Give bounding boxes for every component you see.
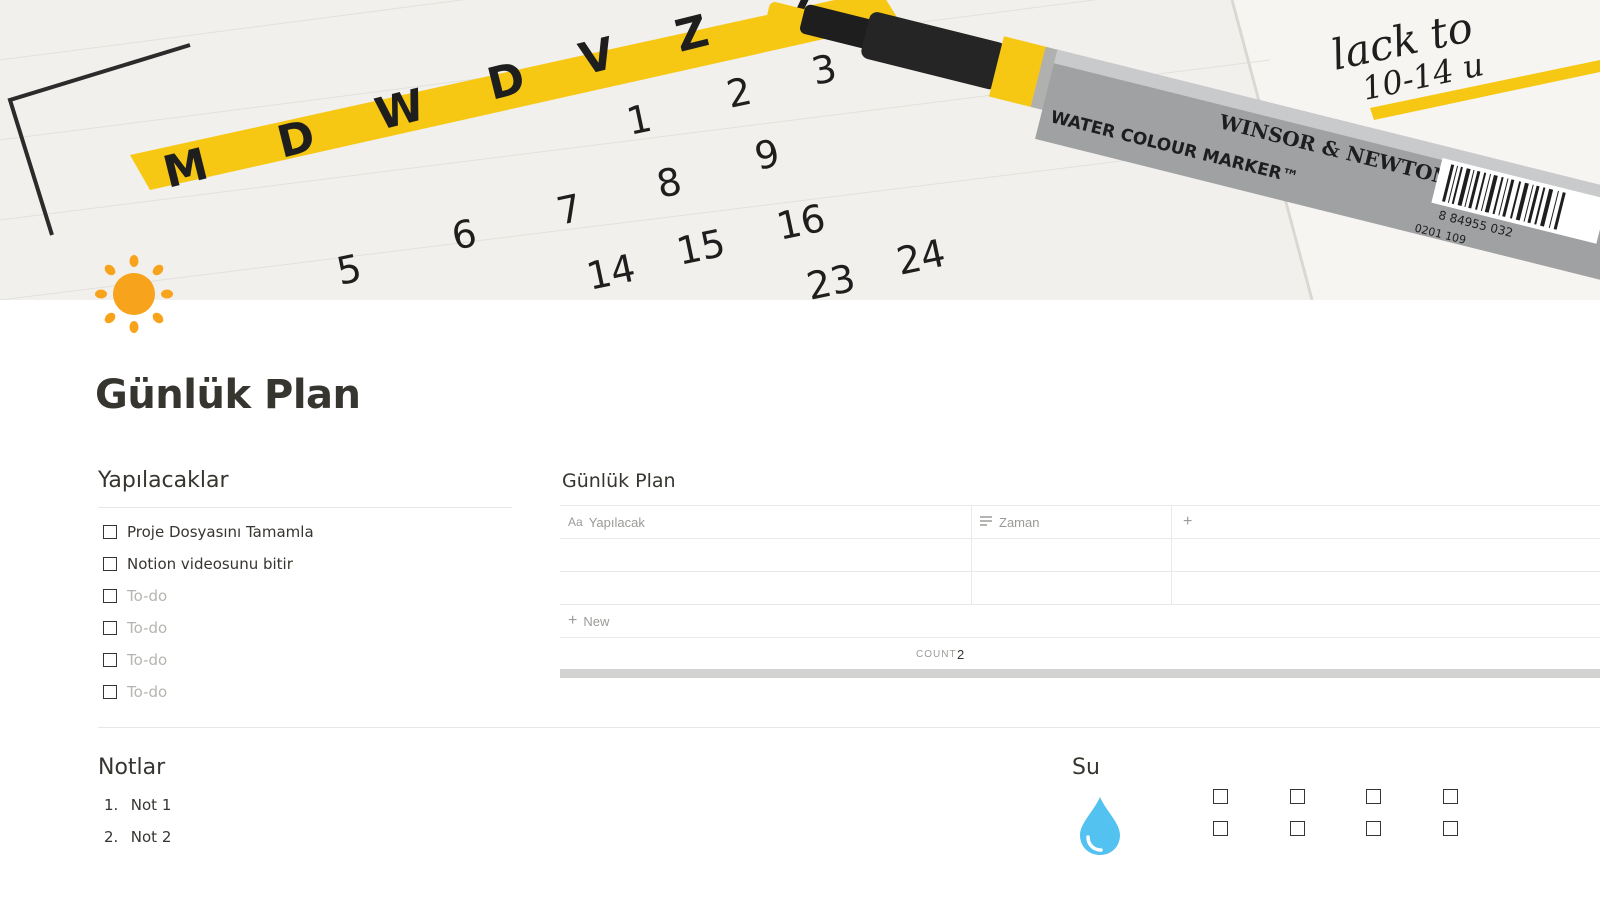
todo-heading[interactable]: Yapılacaklar	[98, 468, 229, 493]
todo-checkbox[interactable]	[103, 653, 117, 667]
table-header-row: Aa Yapılacak Zaman +	[560, 505, 1600, 539]
column-header-yapilacak[interactable]: Aa Yapılacak	[568, 506, 645, 538]
water-drop-icon	[1076, 795, 1124, 857]
add-column-button[interactable]: +	[1183, 506, 1192, 538]
database-title[interactable]: Günlük Plan	[562, 470, 676, 492]
todo-label[interactable]: Proje Dosyasını Tamamla	[127, 523, 314, 541]
plus-icon: +	[568, 612, 578, 629]
column-divider	[1171, 539, 1172, 571]
todo-checkbox[interactable]	[103, 589, 117, 603]
plus-icon: +	[1183, 513, 1193, 530]
todo-checkbox[interactable]	[103, 685, 117, 699]
title-property-icon: Aa	[568, 515, 583, 529]
water-checkbox[interactable]	[1290, 789, 1305, 804]
list-item-label[interactable]: Not 2	[131, 828, 172, 846]
list-item-label[interactable]: Not 1	[131, 796, 172, 814]
column-header-label: Yapılacak	[588, 514, 645, 530]
todo-item-placeholder[interactable]: To-do	[103, 584, 167, 608]
column-divider	[971, 506, 972, 538]
water-checkbox[interactable]	[1443, 789, 1458, 804]
todo-checkbox[interactable]	[103, 557, 117, 571]
horizontal-scrollbar[interactable]	[560, 669, 1600, 678]
todo-item[interactable]: Proje Dosyasını Tamamla	[103, 520, 314, 544]
water-checkbox[interactable]	[1443, 821, 1458, 836]
todo-item[interactable]: Notion videosunu bitir	[103, 552, 293, 576]
page-title[interactable]: Günlük Plan	[95, 372, 361, 418]
column-header-zaman[interactable]: Zaman	[979, 506, 1039, 538]
column-header-label: Zaman	[999, 514, 1040, 530]
todo-checkbox[interactable]	[103, 525, 117, 539]
notes-heading[interactable]: Notlar	[98, 755, 165, 780]
column-divider	[1171, 506, 1172, 538]
table-row[interactable]	[560, 572, 1600, 605]
list-number: 2.	[104, 828, 119, 846]
todo-divider	[98, 507, 512, 508]
todo-item-placeholder[interactable]: To-do	[103, 680, 167, 704]
todo-placeholder[interactable]: To-do	[127, 683, 167, 701]
water-checkbox[interactable]	[1213, 789, 1228, 804]
water-checkbox[interactable]	[1366, 821, 1381, 836]
todo-placeholder[interactable]: To-do	[127, 587, 167, 605]
count-footer[interactable]: COUNT 2	[560, 638, 1600, 670]
todo-label[interactable]: Notion videosunu bitir	[127, 555, 293, 573]
water-checkbox[interactable]	[1290, 821, 1305, 836]
count-label: COUNT	[916, 648, 957, 660]
new-row-label: New	[583, 613, 610, 629]
sun-icon[interactable]	[92, 252, 176, 336]
cover-illustration: M D W D V Z Z 1 2 3 5 6 7 8 9 14 15 16 2…	[0, 0, 1600, 300]
todo-checkbox[interactable]	[103, 621, 117, 635]
list-number: 1.	[104, 796, 119, 814]
section-divider	[98, 727, 1600, 728]
column-divider	[1171, 572, 1172, 604]
count-value: 2	[957, 646, 965, 662]
list-item[interactable]: 2. Not 2	[104, 828, 171, 846]
cover-image: M D W D V Z Z 1 2 3 5 6 7 8 9 14 15 16 2…	[0, 0, 1600, 300]
database-table: Aa Yapılacak Zaman + + New COUNT 2	[560, 505, 1600, 670]
table-row[interactable]	[560, 539, 1600, 572]
column-divider	[971, 539, 972, 571]
new-row-button[interactable]: + New	[560, 605, 1600, 638]
text-lines-icon	[979, 515, 993, 530]
todo-item-placeholder[interactable]: To-do	[103, 616, 167, 640]
todo-item-placeholder[interactable]: To-do	[103, 648, 167, 672]
water-checkbox[interactable]	[1366, 789, 1381, 804]
column-divider	[971, 572, 972, 604]
todo-placeholder[interactable]: To-do	[127, 619, 167, 637]
list-item[interactable]: 1. Not 1	[104, 796, 171, 814]
todo-placeholder[interactable]: To-do	[127, 651, 167, 669]
water-heading[interactable]: Su	[1072, 755, 1100, 780]
water-checkbox[interactable]	[1213, 821, 1228, 836]
